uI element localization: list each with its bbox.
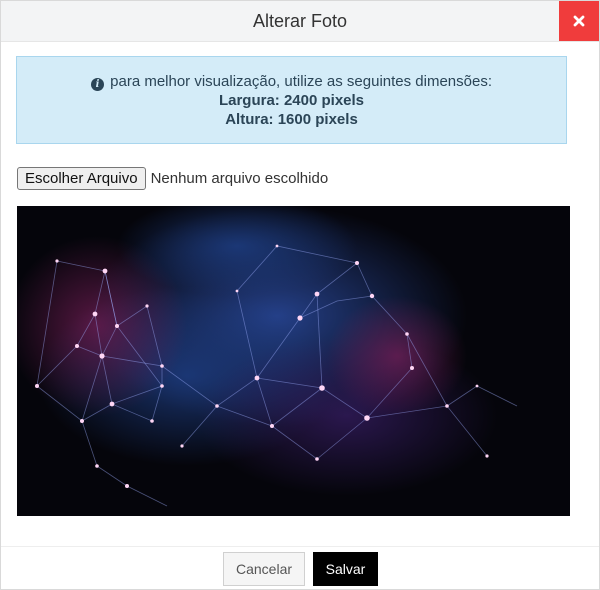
info-circle-icon: i [90,78,104,91]
modal-header: Alterar Foto [1,1,599,42]
width-requirement: Largura: 2400 pixels [218,92,365,109]
cancel-button[interactable]: Cancelar [223,552,305,586]
height-requirement: Altura: 1600 pixels [225,111,358,128]
close-icon [573,15,585,27]
info-alert: i para melhor visualização, utilize as s… [16,56,567,144]
file-input: Escolher Arquivo Nenhum arquivo escolhid… [17,166,328,190]
modal-footer: Cancelar Salvar [1,546,599,590]
choose-file-button[interactable]: Escolher Arquivo [17,166,146,190]
save-button[interactable]: Salvar [313,552,378,586]
image-preview [17,206,570,516]
change-photo-modal: Alterar Foto i para melhor visualização,… [0,0,600,590]
file-status: Nenhum arquivo escolhido [150,169,329,187]
close-button[interactable] [559,1,599,41]
info-message-line: i para melhor visualização, utilize as s… [17,72,566,91]
info-message: para melhor visualização, utilize as seg… [110,73,493,90]
network-image [17,206,570,516]
modal-title: Alterar Foto [252,11,348,31]
